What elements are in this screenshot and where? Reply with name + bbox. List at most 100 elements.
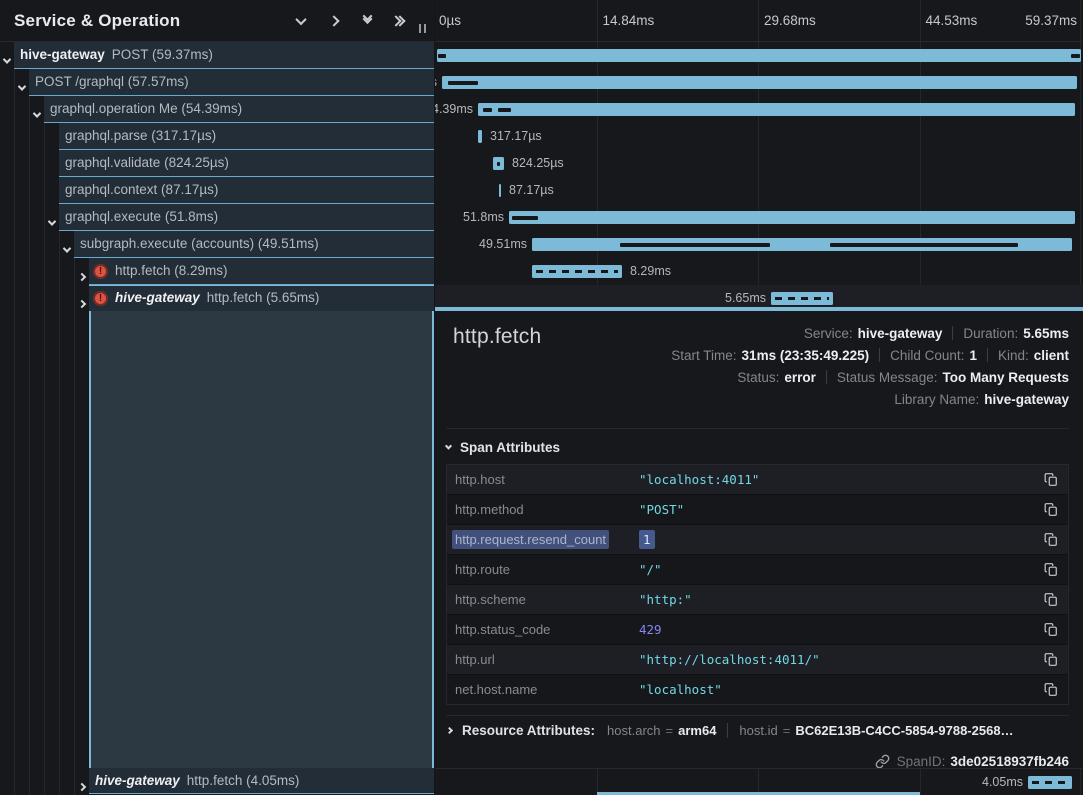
span-duration-bar[interactable] (499, 184, 501, 197)
timeline-span-row[interactable]: 317.17µs (435, 123, 1083, 150)
bar-child-segment (512, 216, 538, 220)
copy-icon[interactable] (1044, 502, 1059, 518)
span-label: graphql.parse (317.17µs) (65, 128, 216, 143)
chevron-right-icon[interactable] (79, 267, 85, 285)
meta-divider (879, 348, 880, 362)
copy-icon[interactable] (1044, 622, 1059, 638)
span-duration-bar[interactable] (478, 103, 1075, 116)
attribute-row[interactable]: http.route"/" (447, 555, 1068, 584)
span-title: http.fetch (453, 325, 541, 349)
meta-value: 5.65ms (1023, 326, 1069, 341)
tree-span-row[interactable]: graphql.parse (317.17µs) (0, 123, 434, 150)
tree-span-row[interactable]: POST /graphql (57.57ms) (0, 69, 434, 96)
timeline-span-row[interactable]: 49.51ms (435, 231, 1083, 258)
timeline-gridline (597, 0, 598, 41)
resource-attributes-title: Resource Attributes: (462, 723, 595, 738)
tree-span-row[interactable]: graphql.operation Me (54.39ms) (0, 96, 434, 123)
span-duration-bar[interactable] (437, 49, 1081, 62)
tree-span-row[interactable]: subgraph.execute (accounts) (49.51ms) (0, 231, 434, 258)
chevron-down-icon[interactable] (64, 240, 70, 258)
tree-indent-guide (59, 231, 60, 795)
span-label: graphql.validate (824.25µs) (65, 155, 229, 170)
trace-viewer: Service & Operation hive-gatewayPOST (59… (0, 0, 1083, 795)
timeline-span-row[interactable]: 57.57ms (435, 69, 1083, 96)
panel-resize-handle[interactable] (419, 24, 426, 33)
chevron-down-icon[interactable] (49, 213, 55, 231)
timeline-span-row[interactable]: 54.39ms (435, 96, 1083, 123)
copy-icon[interactable] (1044, 682, 1059, 698)
meta-value: error (784, 370, 816, 385)
attribute-row[interactable]: http.scheme"http:" (447, 585, 1068, 614)
meta-value: hive-gateway (984, 392, 1069, 407)
attribute-row[interactable]: net.host.name"localhost" (447, 675, 1068, 704)
span-attributes-table: http.host"localhost:4011"http.method"POS… (446, 464, 1069, 705)
attribute-row[interactable]: http.url"http://localhost:4011/" (447, 645, 1068, 674)
expand-all-icon[interactable] (392, 13, 408, 29)
meta-value: 31ms (23:35:49.225) (742, 348, 870, 363)
span-duration-bar[interactable] (532, 265, 622, 278)
error-icon: ! (93, 291, 108, 306)
chevron-down-icon[interactable] (34, 105, 40, 123)
timeline-panel: 0µs14.84ms29.68ms44.53ms59.37ms 57.57ms5… (435, 0, 1083, 795)
tree-span-row[interactable]: graphql.validate (824.25µs) (0, 150, 434, 177)
tree-span-row[interactable]: graphql.execute (51.8ms) (0, 204, 434, 231)
attribute-value: "/" (639, 562, 662, 577)
timeline-span-row[interactable]: 87.17µs (435, 177, 1083, 204)
link-icon[interactable] (875, 754, 890, 769)
attribute-value: "localhost:4011" (639, 472, 759, 487)
ruler-tick-label: 29.68ms (764, 13, 816, 28)
span-duration-bar[interactable] (771, 292, 833, 305)
span-meta: Service:hive-gatewayDuration:5.65msStart… (671, 322, 1069, 410)
span-label: hive-gatewayhttp.fetch (4.05ms) (95, 773, 299, 788)
tree-span-row[interactable]: !http.fetch (8.29ms) (0, 258, 434, 285)
attribute-row[interactable]: http.status_code429 (447, 615, 1068, 644)
tree-toolbar (293, 0, 408, 42)
bar-child-segment (438, 54, 446, 58)
service-operation-header: Service & Operation (0, 0, 434, 42)
span-duration-bar[interactable] (493, 157, 504, 170)
duration-label: 54.39ms (435, 102, 473, 116)
timeline-span-row[interactable]: 51.8ms (435, 204, 1083, 231)
service-name: hive-gateway (115, 290, 207, 305)
copy-icon[interactable] (1044, 592, 1059, 608)
span-label: http.fetch (8.29ms) (115, 263, 228, 278)
tree-span-row[interactable]: hive-gatewayhttp.fetch (4.05ms) (0, 768, 434, 794)
span-duration-bar[interactable] (1028, 776, 1072, 789)
span-duration-bar[interactable] (509, 211, 1075, 224)
collapse-one-icon[interactable] (293, 13, 309, 29)
span-attributes-header[interactable]: Span Attributes (446, 440, 560, 455)
collapse-all-icon[interactable] (359, 13, 375, 29)
attribute-key: http.url (447, 652, 639, 667)
chevron-down-icon[interactable] (4, 51, 10, 69)
attribute-row[interactable]: http.request.resend_count1 (447, 525, 1068, 554)
meta-label: Library Name: (894, 392, 979, 407)
attribute-row[interactable]: http.host"localhost:4011" (447, 465, 1068, 494)
chevron-right-icon[interactable] (79, 294, 85, 312)
resource-attributes-row[interactable]: Resource Attributes: host.arch=arm64host… (446, 715, 1069, 744)
timeline-span-row[interactable]: 824.25µs (435, 150, 1083, 177)
copy-icon[interactable] (1044, 532, 1059, 548)
copy-icon[interactable] (1044, 562, 1059, 578)
tree-span-row[interactable]: hive-gatewayPOST (59.37ms) (0, 42, 434, 69)
attribute-row[interactable]: http.method"POST" (447, 495, 1068, 524)
duration-label: 317.17µs (490, 129, 542, 143)
span-duration-bar[interactable] (478, 130, 482, 143)
span-attributes-title: Span Attributes (460, 440, 560, 455)
copy-icon[interactable] (1044, 472, 1059, 488)
copy-icon[interactable] (1044, 652, 1059, 668)
duration-label: 8.29ms (630, 264, 671, 278)
timeline-span-row[interactable] (435, 42, 1083, 69)
chevron-down-icon[interactable] (19, 78, 25, 96)
timeline-span-row[interactable]: 8.29ms (435, 258, 1083, 285)
expand-one-icon[interactable] (326, 13, 342, 29)
span-duration-bar[interactable] (532, 238, 1072, 251)
span-label: subgraph.execute (accounts) (49.51ms) (80, 236, 319, 251)
duration-label: 57.57ms (435, 75, 437, 89)
tree-span-row[interactable]: !hive-gatewayhttp.fetch (5.65ms) (0, 285, 434, 312)
bar-child-segment (497, 162, 500, 166)
span-duration-bar[interactable] (442, 76, 1077, 89)
meta-label: Kind: (998, 348, 1029, 363)
tree-span-row[interactable]: graphql.context (87.17µs) (0, 177, 434, 204)
chevron-right-icon[interactable] (79, 777, 85, 795)
selected-span-region (89, 311, 434, 768)
